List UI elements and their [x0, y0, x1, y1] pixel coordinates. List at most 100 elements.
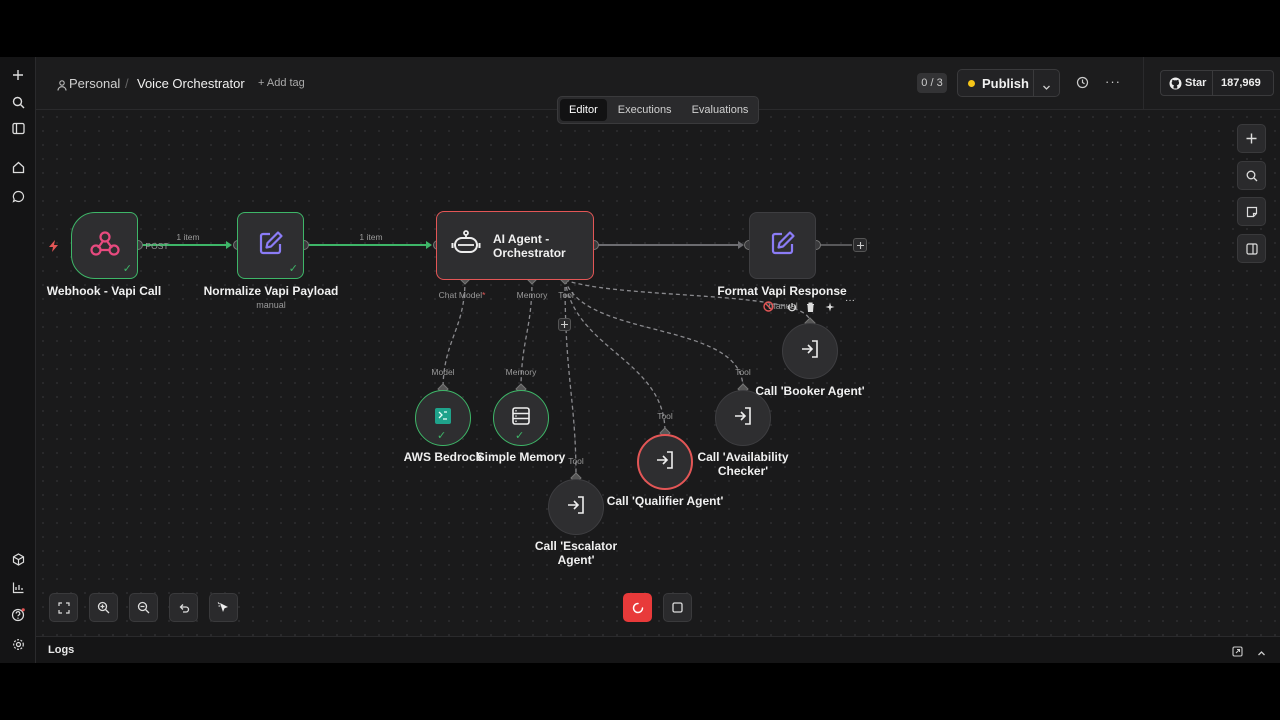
node-aws-bedrock[interactable]: ✓: [415, 390, 471, 446]
node-bedrock-label: AWS Bedrock: [403, 450, 483, 464]
database-icon: [511, 406, 531, 431]
workspace-breadcrumb[interactable]: Personal: [69, 76, 120, 91]
tab-editor[interactable]: Editor: [560, 99, 607, 121]
add-node-panel-button[interactable]: [1237, 124, 1266, 153]
node-qualifier-agent[interactable]: [637, 434, 693, 490]
node-ai-agent-label-line2: Orchestrator: [493, 245, 566, 260]
tidy-up-button[interactable]: [209, 593, 238, 622]
node-webhook-label: Webhook - Vapi Call: [46, 284, 162, 298]
node-toolbar: ···: [763, 295, 859, 313]
node-webhook[interactable]: ✓: [71, 212, 138, 279]
n8n-app: Personal / Voice Orchestrator + Add tag …: [0, 57, 1280, 663]
port-memory-label: Memory: [505, 367, 537, 377]
tab-evaluations[interactable]: Evaluations: [683, 99, 758, 121]
breadcrumb-separator: /: [125, 76, 129, 91]
settings-gear-icon[interactable]: [6, 632, 30, 656]
sign-in-arrow-icon: [566, 495, 586, 520]
toggle-panel-icon[interactable]: [6, 116, 30, 140]
search-nodes-button[interactable]: [1237, 161, 1266, 190]
node-format-label: Format Vapi Response: [717, 284, 847, 298]
github-star-button[interactable]: Star 187,969: [1160, 70, 1274, 96]
sign-in-arrow-icon: [733, 406, 753, 431]
github-icon: [1169, 77, 1182, 95]
node-simple-memory[interactable]: ✓: [493, 390, 549, 446]
execute-workflow-button[interactable]: [623, 593, 652, 622]
history-icon[interactable]: [1076, 76, 1089, 94]
stop-button[interactable]: [663, 593, 692, 622]
port-model-label: Model: [431, 367, 455, 377]
github-star-label: Star: [1185, 77, 1207, 89]
help-icon[interactable]: [6, 603, 30, 627]
header-divider: [1143, 57, 1144, 110]
publish-divider: [1033, 70, 1034, 96]
add-tag-link[interactable]: + Add tag: [258, 77, 305, 89]
node-availability-label-line1: Call 'Availability: [697, 450, 789, 464]
port-memory-label: Memory: [516, 290, 548, 300]
port-chat-model-label: Chat Model*: [438, 290, 486, 300]
left-sidebar: [0, 57, 36, 663]
publish-button[interactable]: Publish: [957, 69, 1060, 97]
robot-icon: [451, 230, 481, 261]
more-options-icon[interactable]: ···: [845, 295, 855, 306]
edge-item-count: 1 item: [176, 232, 200, 242]
logs-label: Logs: [48, 644, 75, 656]
node-ai-agent[interactable]: AI Agent - Orchestrator: [436, 211, 594, 280]
node-ai-agent-label-line1: AI Agent -: [493, 231, 550, 246]
node-memory-label: Simple Memory: [476, 450, 566, 464]
sign-in-arrow-icon: [800, 339, 820, 364]
node-escalator-label-line1: Call 'Escalator: [534, 539, 618, 553]
edge-item-count: 1 item: [359, 232, 383, 242]
port-tool-label: Tool: [568, 456, 584, 466]
bedrock-logo-icon: [434, 407, 452, 430]
zoom-out-button[interactable]: [129, 593, 158, 622]
publish-label: Publish: [982, 76, 1029, 91]
insights-icon[interactable]: [6, 575, 30, 599]
logs-panel-bar[interactable]: Logs: [36, 636, 1280, 663]
sparkle-icon[interactable]: [825, 299, 835, 317]
workflow-canvas[interactable]: [36, 110, 1280, 636]
webhook-output-label: POST: [145, 241, 169, 251]
add-icon[interactable]: [6, 63, 30, 87]
home-icon[interactable]: [6, 155, 30, 179]
port-tool-label: Tool: [558, 290, 574, 300]
zoom-in-button[interactable]: [89, 593, 118, 622]
add-node-button[interactable]: [853, 238, 867, 252]
templates-icon[interactable]: [6, 547, 30, 571]
power-icon[interactable]: [787, 299, 797, 317]
github-star-count: 187,969: [1221, 77, 1261, 89]
trigger-bolt-icon: [49, 239, 59, 257]
github-divider: [1212, 71, 1213, 95]
sign-in-arrow-icon: [655, 450, 675, 475]
node-escalator-label-line2: Agent': [557, 553, 595, 567]
edit-pencil-icon: [257, 229, 285, 262]
node-normalize[interactable]: ✓: [237, 212, 304, 279]
chevron-down-icon[interactable]: [1042, 79, 1051, 97]
node-format-response[interactable]: [749, 212, 816, 279]
edit-pencil-icon: [769, 229, 797, 262]
node-availability-checker[interactable]: [715, 390, 771, 446]
delete-icon[interactable]: [806, 299, 815, 317]
webhook-icon: [89, 229, 120, 262]
sticky-note-button[interactable]: [1237, 197, 1266, 226]
node-escalator-agent[interactable]: [548, 479, 604, 535]
success-check-icon: ✓: [515, 430, 525, 442]
add-tool-button[interactable]: [558, 318, 571, 331]
port-tool-label: Tool: [657, 411, 673, 421]
chat-icon[interactable]: [6, 184, 30, 208]
person-icon: [57, 78, 67, 96]
success-check-icon: ✓: [288, 263, 298, 275]
fit-view-button[interactable]: [49, 593, 78, 622]
node-booker-agent[interactable]: [782, 323, 838, 379]
side-panel-toggle-button[interactable]: [1237, 234, 1266, 263]
chevron-up-icon[interactable]: [1257, 645, 1266, 663]
popout-icon[interactable]: [1232, 644, 1243, 662]
undo-button[interactable]: [169, 593, 198, 622]
node-booker-label: Call 'Booker Agent': [755, 384, 865, 398]
publish-status-dot: [968, 80, 975, 87]
tab-executions[interactable]: Executions: [609, 99, 681, 121]
node-normalize-sublabel: manual: [256, 300, 286, 310]
disable-icon[interactable]: [763, 299, 774, 317]
search-icon[interactable]: [6, 90, 30, 114]
more-options-icon[interactable]: ···: [1105, 74, 1121, 89]
workflow-name[interactable]: Voice Orchestrator: [137, 76, 245, 91]
